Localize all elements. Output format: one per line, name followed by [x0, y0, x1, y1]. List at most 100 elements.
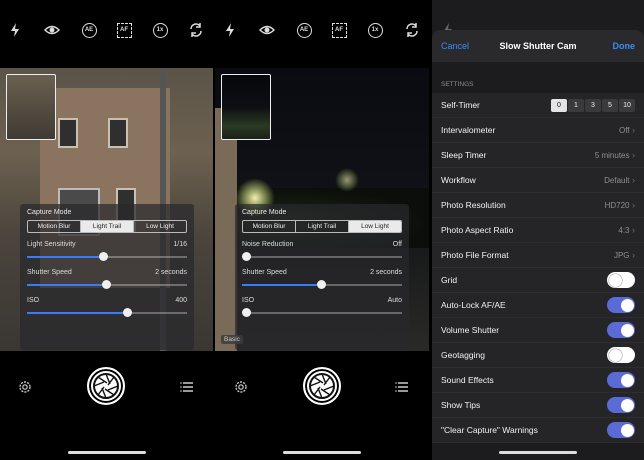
- slider-knob[interactable]: [123, 308, 132, 317]
- row-value: 4:3: [618, 225, 635, 235]
- volume-shutter-toggle[interactable]: [607, 322, 635, 338]
- auto-lock-toggle[interactable]: [607, 297, 635, 313]
- slider-knob[interactable]: [102, 280, 112, 289]
- af-icon[interactable]: AF: [329, 20, 349, 40]
- scene-window: [58, 118, 78, 148]
- timer-option-10[interactable]: 10: [619, 98, 635, 112]
- zoom-icon-label: 1x: [152, 22, 168, 38]
- slider-row: ISO 400: [27, 297, 187, 304]
- slider-knob[interactable]: [242, 308, 251, 317]
- settings-row-volume-shutter: Volume Shutter: [432, 318, 644, 343]
- scene-window: [108, 118, 128, 148]
- row-value: Default: [604, 175, 635, 185]
- grid-toggle[interactable]: [607, 272, 635, 288]
- timer-option-0[interactable]: 0: [551, 98, 567, 112]
- eye-icon[interactable]: [42, 20, 62, 40]
- settings-row-sleep-timer[interactable]: Sleep Timer 5 minutes: [432, 143, 644, 168]
- slider-knob[interactable]: [242, 252, 251, 261]
- af-icon[interactable]: AF: [114, 20, 134, 40]
- settings-gear-icon[interactable]: [233, 379, 249, 395]
- slider-knob[interactable]: [99, 252, 108, 261]
- flash-icon[interactable]: [220, 20, 240, 40]
- row-value: HD720: [605, 200, 635, 210]
- settings-row-auto-lock: Auto-Lock AF/AE: [432, 293, 644, 318]
- shutter-button[interactable]: [87, 367, 125, 405]
- row-label: Volume Shutter: [441, 325, 500, 335]
- geotagging-toggle[interactable]: [607, 347, 635, 363]
- settings-row-workflow[interactable]: Workflow Default: [432, 168, 644, 193]
- mode-motion-blur[interactable]: Motion Blur: [28, 221, 81, 232]
- home-indicator: [68, 451, 146, 454]
- settings-row-grid: Grid: [432, 268, 644, 293]
- mode-light-trail[interactable]: Light Trail: [296, 221, 349, 232]
- flash-icon[interactable]: [5, 20, 25, 40]
- scene-streetlight: [335, 168, 359, 192]
- iso-slider[interactable]: [242, 308, 402, 317]
- capture-mode-selector: Motion Blur Light Trail Low Light: [27, 220, 187, 233]
- slider-label: Noise Reduction: [242, 241, 294, 248]
- timer-option-1[interactable]: 1: [568, 98, 584, 112]
- row-label: Grid: [441, 275, 458, 285]
- settings-row-file-format[interactable]: Photo File Format JPG: [432, 243, 644, 268]
- zoom-1x-icon[interactable]: 1x: [150, 20, 170, 40]
- switch-camera-icon[interactable]: [186, 20, 206, 40]
- settings-row-aspect-ratio[interactable]: Photo Aspect Ratio 4:3: [432, 218, 644, 243]
- row-label: Show Tips: [441, 400, 481, 410]
- ae-icon-label: AE: [296, 22, 312, 38]
- zoom-1x-icon[interactable]: 1x: [365, 20, 385, 40]
- slider-label: ISO: [27, 297, 40, 304]
- row-label: Geotagging: [441, 350, 485, 360]
- mode-light-trail[interactable]: Light Trail: [81, 221, 134, 232]
- clear-capture-toggle[interactable]: [607, 422, 635, 438]
- slider-knob[interactable]: [317, 280, 327, 289]
- iso-slider[interactable]: [27, 308, 187, 317]
- settings-screen: Cancel Slow Shutter Cam Done SETTINGS Se…: [432, 0, 644, 460]
- settings-gear-icon[interactable]: [17, 379, 33, 395]
- slider-label: ISO: [242, 297, 255, 304]
- slider-value: 2 seconds: [155, 269, 187, 276]
- zoom-icon-label: 1x: [367, 22, 383, 38]
- ae-icon[interactable]: AE: [294, 20, 314, 40]
- sound-effects-toggle[interactable]: [607, 372, 635, 388]
- slider-row: Shutter Speed 2 seconds: [242, 269, 402, 276]
- last-photo-thumbnail[interactable]: [221, 74, 271, 140]
- settings-row-photo-resolution[interactable]: Photo Resolution HD720: [432, 193, 644, 218]
- menu-icon[interactable]: [394, 379, 410, 395]
- self-timer-row: Self-Timer 0 1 3 5 10: [432, 93, 644, 118]
- done-button[interactable]: Done: [613, 41, 636, 51]
- viewfinder[interactable]: Capture Mode Motion Blur Light Trail Low…: [215, 68, 429, 351]
- show-tips-toggle[interactable]: [607, 397, 635, 413]
- aperture-icon: [309, 373, 335, 399]
- row-label: Photo Resolution: [441, 200, 506, 210]
- timer-option-5[interactable]: 5: [602, 98, 618, 112]
- mode-low-light[interactable]: Low Light: [134, 221, 186, 232]
- row-label: Workflow: [441, 175, 476, 185]
- camera-screen-left: AE AF 1x Capture Mode Motion Blur Light …: [0, 0, 213, 460]
- noise-reduction-slider[interactable]: [242, 252, 402, 261]
- mode-low-light[interactable]: Low Light: [349, 221, 401, 232]
- eye-icon[interactable]: [257, 20, 277, 40]
- shutter-speed-slider[interactable]: [242, 280, 402, 289]
- viewfinder[interactable]: Capture Mode Motion Blur Light Trail Low…: [0, 68, 213, 351]
- ae-icon-label: AE: [81, 22, 97, 38]
- light-sensitivity-slider[interactable]: [27, 252, 187, 261]
- timer-option-3[interactable]: 3: [585, 98, 601, 112]
- shutter-speed-slider[interactable]: [27, 280, 187, 289]
- row-label: "Clear Capture" Warnings: [441, 425, 538, 435]
- row-label: Photo File Format: [441, 250, 509, 260]
- switch-camera-icon[interactable]: [402, 20, 422, 40]
- shutter-button[interactable]: [303, 367, 341, 405]
- last-photo-thumbnail[interactable]: [6, 74, 56, 140]
- capture-settings-panel: Capture Mode Motion Blur Light Trail Low…: [235, 204, 409, 350]
- camera-bottom-bar: [0, 351, 213, 460]
- menu-icon[interactable]: [179, 379, 195, 395]
- ae-icon[interactable]: AE: [79, 20, 99, 40]
- row-label: Auto-Lock AF/AE: [441, 300, 506, 310]
- row-value: JPG: [614, 250, 635, 260]
- slider-row: ISO Auto: [242, 297, 402, 304]
- camera-toolbar: AE AF 1x: [215, 16, 429, 46]
- basic-mode-button[interactable]: Basic: [221, 335, 243, 344]
- slider-value: 1/16: [173, 241, 187, 248]
- settings-row-intervalometer[interactable]: Intervalometer Off: [432, 118, 644, 143]
- mode-motion-blur[interactable]: Motion Blur: [243, 221, 296, 232]
